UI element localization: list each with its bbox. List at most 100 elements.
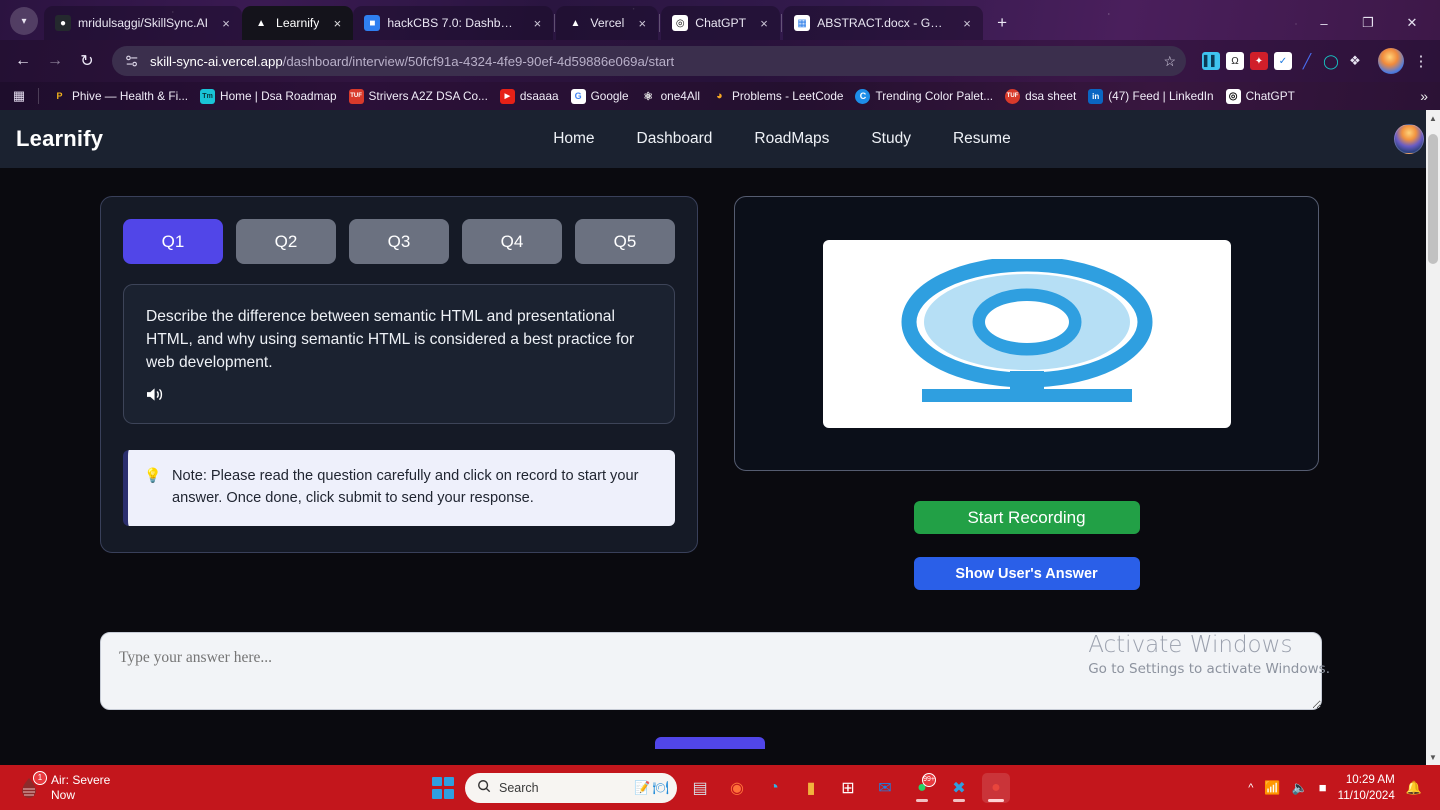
bookmark-item[interactable]: TUF dsa sheet — [1000, 87, 1081, 106]
taskbar-edge-icon[interactable]: ◔ — [760, 773, 788, 803]
taskbar-chrome-icon[interactable]: ● — [982, 772, 1010, 803]
taskbar-outlook-icon[interactable]: ✉ — [871, 773, 899, 803]
puzzle-extensions-icon[interactable]: ❖ — [1346, 52, 1364, 70]
browser-tab[interactable]: ▦ ABSTRACT.docx - Google D × — [783, 6, 984, 40]
speaker-icon[interactable] — [146, 383, 168, 405]
nav-item-dashboard[interactable]: Dashboard — [637, 130, 713, 148]
tab-close-icon[interactable]: × — [959, 16, 975, 31]
nav-item-resume[interactable]: Resume — [953, 130, 1011, 148]
bookmark-item[interactable]: ⚛ one4All — [636, 87, 705, 106]
scrollbar-thumb[interactable] — [1428, 134, 1438, 264]
close-window-icon[interactable]: ✕ — [1390, 6, 1434, 40]
tab-close-icon[interactable]: × — [756, 16, 772, 31]
nav-item-home[interactable]: Home — [553, 130, 594, 148]
taskbar-file-explorer-icon[interactable]: ▮ — [797, 773, 825, 803]
address-bar-text: skill-sync-ai.vercel.app/dashboard/inter… — [150, 54, 674, 69]
apps-grid-icon[interactable]: ▦ — [8, 86, 30, 106]
windows-taskbar: 1 Air: Severe Now Search 📝 🍽 ▤ ◉ ◔ ▮ ⊞ ✉… — [0, 765, 1440, 810]
question-tabs: Q1 Q2 Q3 Q4 Q5 — [123, 219, 675, 264]
bookmark-star-icon[interactable]: ☆ — [1163, 53, 1176, 70]
tab-close-icon[interactable]: × — [218, 16, 234, 31]
wand-extension-icon[interactable]: ✦ — [1250, 52, 1268, 70]
bookmark-item[interactable]: TUF Strivers A2Z DSA Co... — [344, 87, 493, 106]
back-icon[interactable]: ← — [8, 46, 38, 76]
scroll-down-icon[interactable]: ▼ — [1426, 749, 1440, 765]
bookmark-item[interactable]: ▶ dsaaaa — [495, 87, 564, 106]
bookmark-item[interactable]: C Trending Color Palet... — [850, 87, 998, 106]
widgets-icon[interactable]: 🍽 — [652, 780, 669, 796]
maximize-icon[interactable]: ❐ — [1346, 6, 1390, 40]
question-tab-q1[interactable]: Q1 — [123, 219, 223, 264]
reload-icon[interactable]: ↻ — [72, 46, 102, 76]
tab-close-icon[interactable]: × — [634, 16, 650, 31]
taskbar-weather-widget[interactable]: 1 Air: Severe Now — [10, 770, 111, 803]
tab-close-icon[interactable]: × — [529, 16, 545, 31]
taskbar-vscode-icon[interactable]: ✖ — [945, 773, 973, 803]
taskbar-microsoft-store-icon[interactable]: ⊞ — [834, 773, 862, 803]
interview-page: Q1 Q2 Q3 Q4 Q5 Describe the difference b… — [0, 168, 1440, 765]
bookmark-item[interactable]: P Phive — Health & Fi... — [47, 87, 193, 106]
pen-extension-icon[interactable]: ╱ — [1298, 52, 1316, 70]
taskbar-firefox-icon[interactable]: ◉ — [723, 773, 751, 803]
question-tab-q4[interactable]: Q4 — [462, 219, 562, 264]
battery-icon[interactable]: ■ — [1319, 780, 1327, 795]
start-recording-button[interactable]: Start Recording — [913, 501, 1140, 534]
grammar-extension-icon[interactable]: ✓ — [1274, 52, 1292, 70]
running-indicator — [953, 799, 965, 802]
browser-toolbar: ← → ↻ skill-sync-ai.vercel.app/dashboard… — [0, 40, 1440, 82]
question-tab-q3[interactable]: Q3 — [349, 219, 449, 264]
youtube-icon: ▶ — [499, 88, 515, 104]
bell-icon[interactable]: 🔔 — [1406, 780, 1422, 796]
answer-input[interactable] — [100, 632, 1322, 710]
new-tab-button[interactable]: + — [989, 10, 1015, 36]
taskbar-search-box[interactable]: Search 📝 🍽 — [465, 772, 677, 803]
copilot-icon[interactable]: 📝 — [634, 780, 650, 796]
kebab-menu-icon[interactable]: ⋮ — [1410, 52, 1432, 70]
ring-extension-icon[interactable]: ◯ — [1322, 52, 1340, 70]
nav-item-roadmaps[interactable]: RoadMaps — [754, 130, 829, 148]
question-tab-q5[interactable]: Q5 — [575, 219, 675, 264]
nav-item-study[interactable]: Study — [871, 130, 911, 148]
bookmark-item[interactable]: ◕ Problems - LeetCode — [707, 87, 848, 106]
bookmarks-overflow-icon[interactable]: » — [1420, 88, 1432, 104]
tab-search-icon[interactable]: ▾ — [10, 7, 38, 35]
page-title[interactable]: Learnify — [16, 126, 103, 152]
tab-close-icon[interactable]: × — [329, 16, 345, 31]
site-settings-icon[interactable] — [124, 53, 140, 69]
omega-extension-icon[interactable]: Ω — [1226, 52, 1244, 70]
chevron-up-icon[interactable]: ^ — [1248, 782, 1253, 794]
submit-button[interactable] — [655, 737, 765, 749]
show-user-answer-button[interactable]: Show User's Answer — [913, 557, 1140, 590]
address-bar[interactable]: skill-sync-ai.vercel.app/dashboard/inter… — [112, 46, 1186, 76]
one4all-icon: ⚛ — [643, 90, 654, 103]
browser-tab[interactable]: ● mridulsaggi/SkillSync.AI × — [44, 6, 243, 40]
extensions-group: ▌▌ Ω ✦ ✓ ╱ ◯ ❖ — [1196, 52, 1370, 70]
browser-tab[interactable]: ◎ ChatGPT × — [661, 6, 781, 40]
browser-tab[interactable]: ■ hackCBS 7.0: Dashboard | D × — [353, 6, 554, 40]
taskbar-task-view-icon[interactable]: ▤ — [686, 773, 714, 803]
browser-tab[interactable]: ▲ Vercel × — [556, 6, 659, 40]
scroll-up-icon[interactable]: ▲ — [1426, 110, 1440, 126]
taskbar-whatsapp-icon[interactable]: ● 99+ — [908, 772, 936, 803]
windows-start-icon[interactable] — [430, 775, 456, 801]
minimize-icon[interactable]: – — [1302, 6, 1346, 40]
equalizer-extension-icon[interactable]: ▌▌ — [1202, 52, 1220, 70]
taskbar-clock[interactable]: 10:29 AM 11/10/2024 — [1338, 772, 1395, 802]
avatar[interactable] — [1394, 124, 1424, 154]
weather-title: Air: Severe — [51, 772, 111, 787]
window-controls: – ❐ ✕ — [1302, 6, 1434, 40]
question-tab-q2[interactable]: Q2 — [236, 219, 336, 264]
browser-tab-active[interactable]: ▲ Learnify × — [242, 6, 354, 40]
volume-icon[interactable]: 🔈 — [1292, 780, 1308, 796]
bookmark-item[interactable]: G Google — [566, 87, 634, 106]
tab-title: ABSTRACT.docx - Google D — [817, 16, 949, 30]
wifi-icon[interactable]: 📶 — [1264, 780, 1280, 796]
bookmark-item[interactable]: Tm Home | Dsa Roadmap — [195, 87, 342, 106]
profile-avatar[interactable] — [1378, 48, 1404, 74]
page-scrollbar[interactable]: ▲ ▼ — [1426, 110, 1440, 765]
google-icon: G — [570, 88, 586, 104]
forward-icon[interactable]: → — [40, 46, 70, 76]
lightbulb-icon: 💡 — [144, 467, 162, 484]
bookmark-item[interactable]: in (47) Feed | LinkedIn — [1083, 87, 1218, 106]
bookmark-item[interactable]: ◎ ChatGPT — [1221, 87, 1300, 106]
